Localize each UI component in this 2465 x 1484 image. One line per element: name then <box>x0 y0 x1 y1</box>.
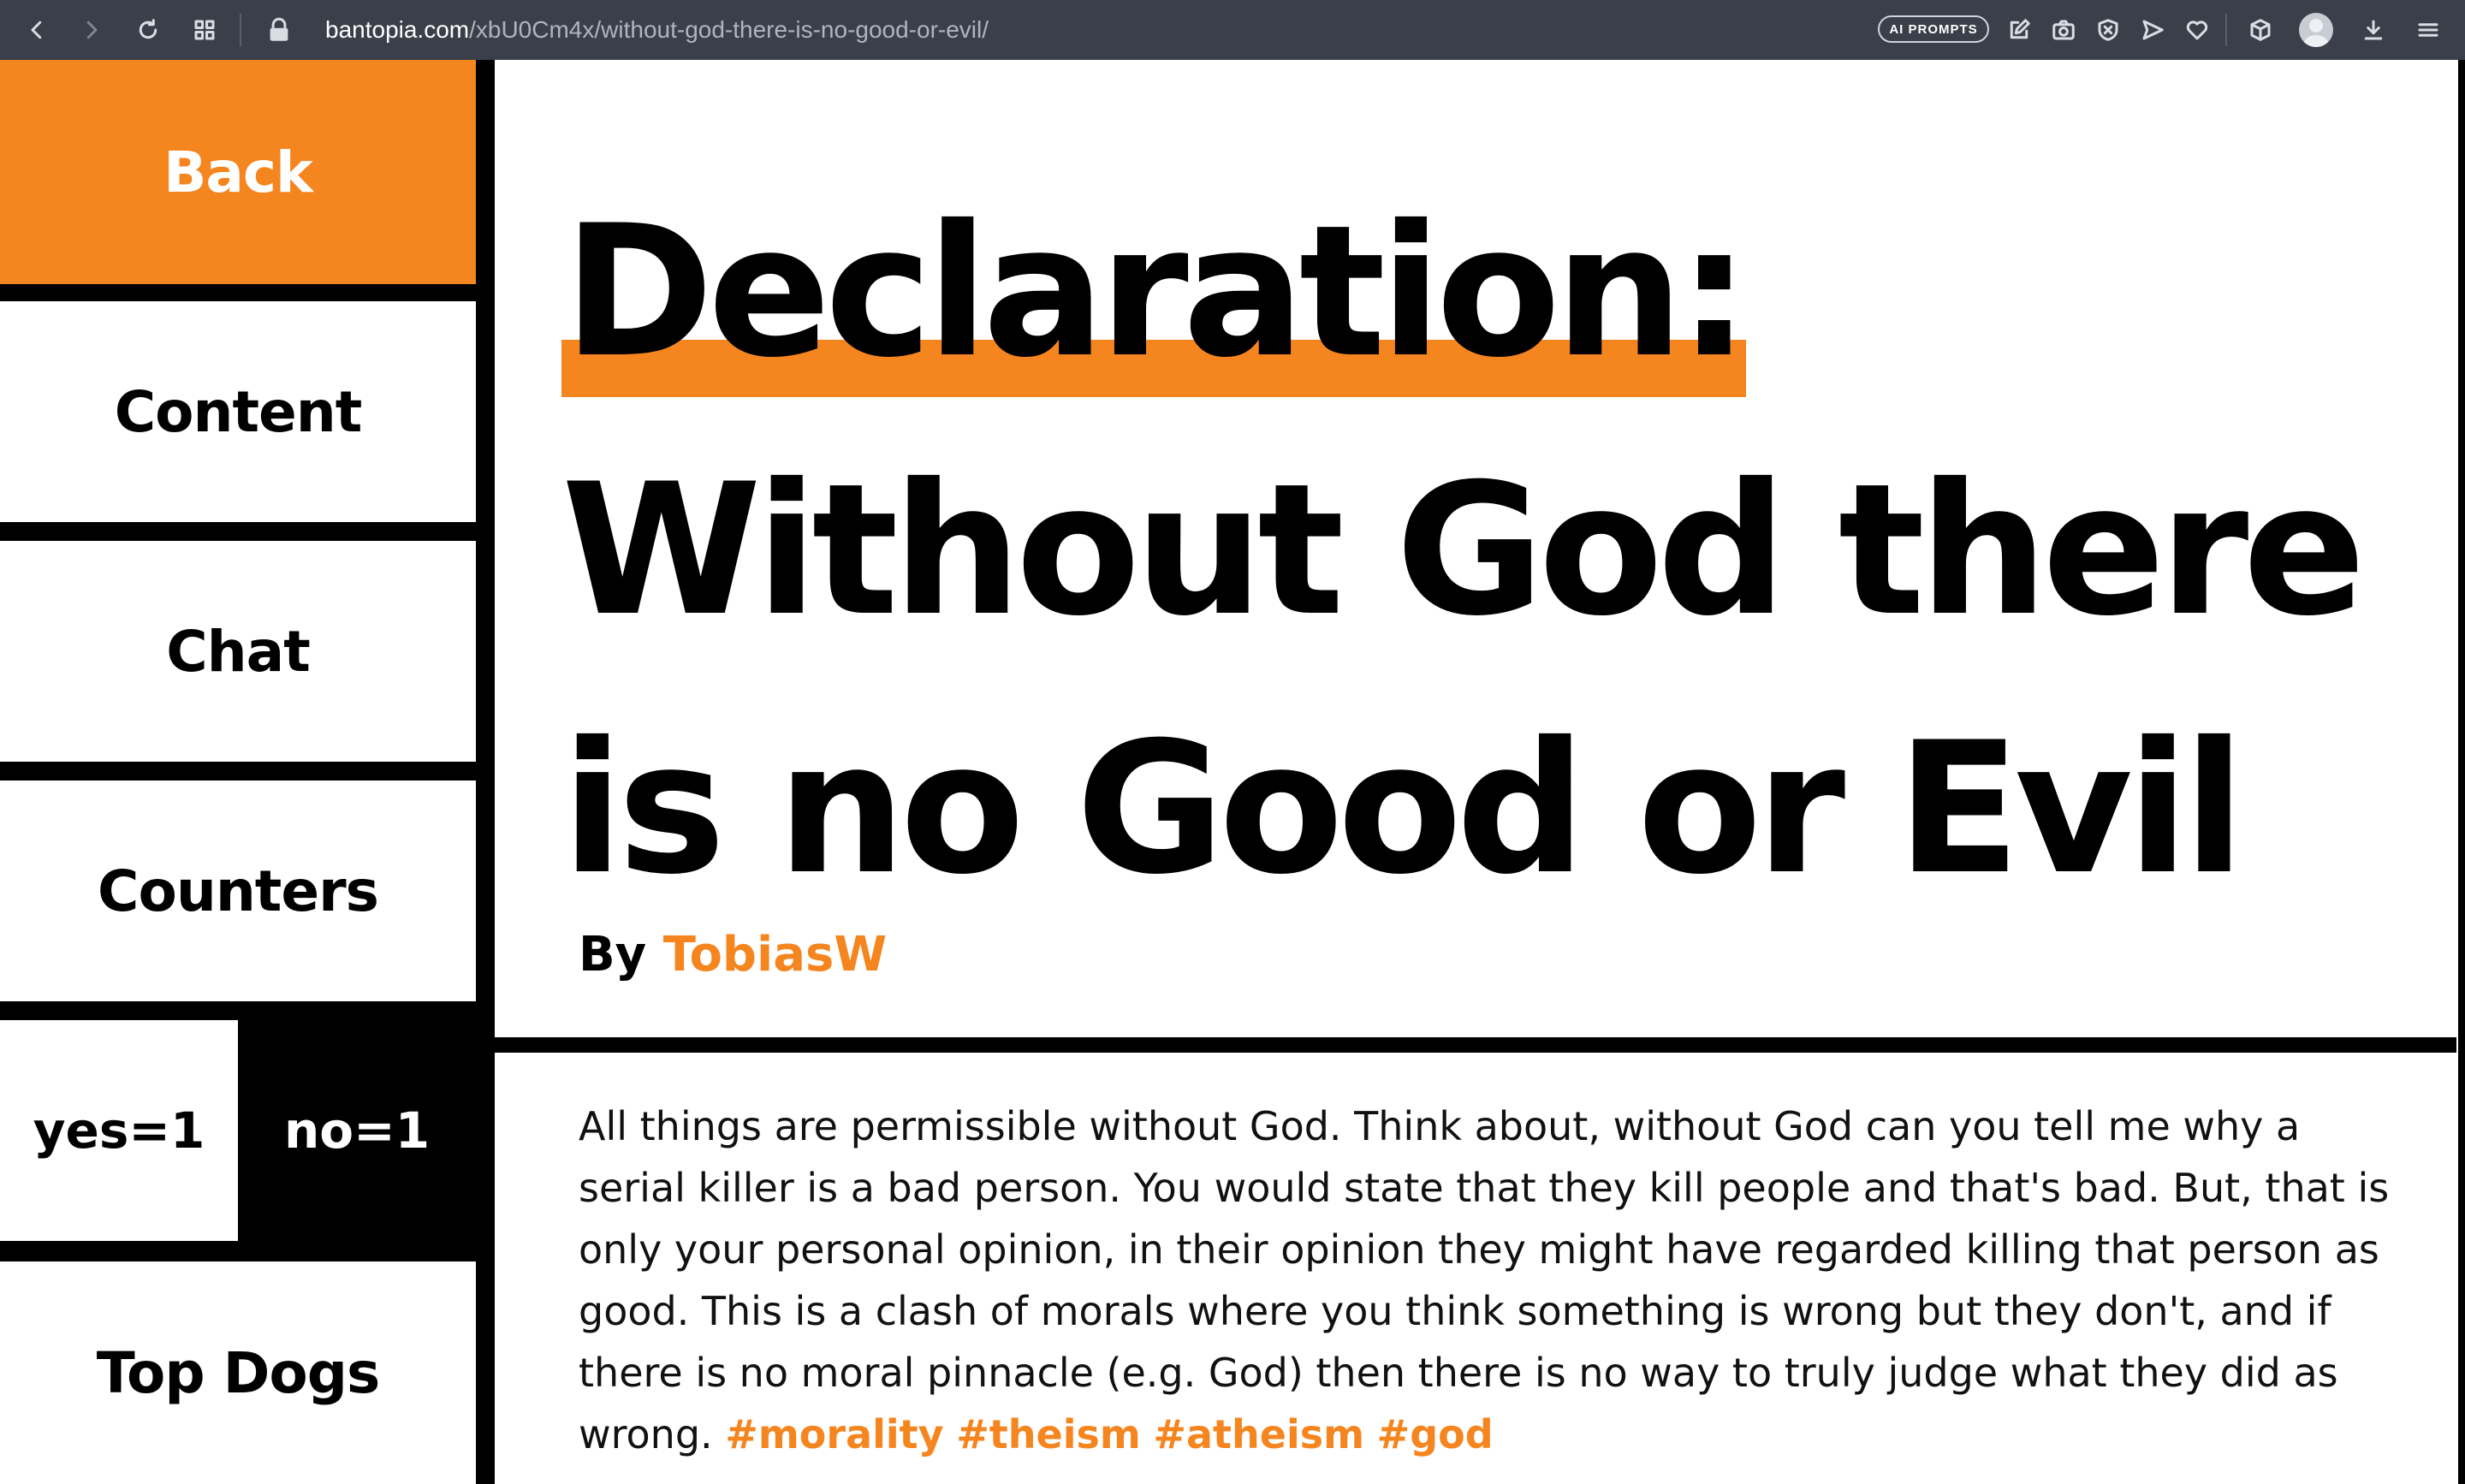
send-icon[interactable] <box>2135 12 2171 48</box>
forward-arrow-icon[interactable] <box>74 12 110 48</box>
vote-counts: yes=1 no=1 <box>0 1020 476 1241</box>
yes-vote-button[interactable]: yes=1 <box>0 1020 238 1241</box>
hashtag-link[interactable]: #morality <box>725 1411 943 1457</box>
menu-icon[interactable] <box>2410 12 2446 48</box>
browser-toolbar: bantopia.com/xbU0Cm4x/without-god-there-… <box>0 0 2465 60</box>
no-vote-button[interactable]: no=1 <box>238 1020 476 1241</box>
section-divider <box>495 1037 2456 1053</box>
by-label: By <box>579 927 647 982</box>
download-icon[interactable] <box>2355 12 2391 48</box>
back-arrow-icon[interactable] <box>19 12 55 48</box>
back-button[interactable]: Back <box>0 60 476 284</box>
address-bar[interactable]: bantopia.com/xbU0Cm4x/without-god-there-… <box>325 15 989 45</box>
title-highlight: Declaration: <box>561 186 1750 397</box>
camera-icon[interactable] <box>2046 12 2082 48</box>
hashtag-link[interactable]: #atheism <box>1153 1411 1364 1457</box>
article-title: Declaration: Without God there is no Good… <box>561 163 2410 938</box>
page-title: Declaration: Without God there is no Good… <box>561 163 2410 938</box>
article-body: All things are permissible without God. … <box>579 1095 2393 1465</box>
url-domain: bantopia.com <box>325 16 470 43</box>
top-dogs-button[interactable]: Top Dogs <box>0 1261 476 1484</box>
toolbar-divider <box>2225 14 2227 46</box>
tab-grid-icon[interactable] <box>187 12 223 48</box>
author-link[interactable]: TobiasW <box>663 927 887 982</box>
extension-cube-icon[interactable] <box>2242 12 2278 48</box>
byline: By TobiasW <box>579 921 887 989</box>
ai-prompts-button[interactable]: AI PROMPTS <box>1878 15 1989 43</box>
content-button[interactable]: Content <box>0 301 476 522</box>
heart-icon[interactable] <box>2179 12 2215 48</box>
counters-button[interactable]: Counters <box>0 781 476 1001</box>
reload-icon[interactable] <box>130 12 166 48</box>
body-text: All things are permissible without God. … <box>579 1103 2390 1457</box>
hashtag-link[interactable]: #god <box>1377 1411 1494 1457</box>
shield-block-icon[interactable] <box>2090 12 2126 48</box>
title-text: Without God there is no Good or Evil <box>561 444 2366 914</box>
url-path: /xbU0Cm4x/without-god-there-is-no-good-o… <box>469 16 989 43</box>
sidebar-nav: Back Content Chat Counters yes=1 no=1 To… <box>0 60 495 1484</box>
edit-icon[interactable] <box>2001 12 2037 48</box>
toolbar-divider <box>240 14 241 46</box>
chat-button[interactable]: Chat <box>0 541 476 762</box>
profile-avatar-icon[interactable] <box>2299 13 2333 47</box>
lock-icon <box>267 17 293 43</box>
right-border <box>2458 60 2465 1484</box>
hashtag-link[interactable]: #theism <box>956 1411 1141 1457</box>
